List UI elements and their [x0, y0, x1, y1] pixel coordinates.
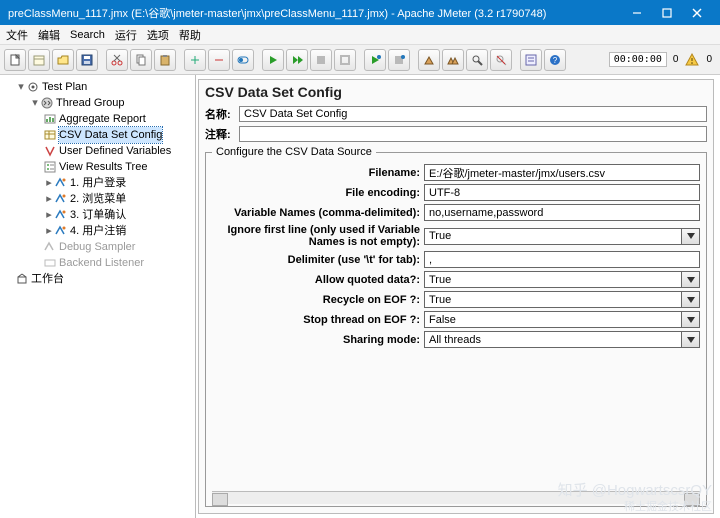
elapsed-timer: 00:00:00 [609, 52, 667, 67]
shutdown-icon[interactable] [334, 49, 356, 71]
stopthread-label: Stop thread on EOF ?: [212, 314, 424, 326]
horizontal-scrollbar[interactable] [212, 491, 700, 504]
toolbar: ? 00:00:00 0 0 [0, 45, 720, 75]
test-plan-tree[interactable]: ▾Test Plan ▾Thread Group Aggregate Repor… [0, 75, 196, 518]
menubar: 文件 编辑 Search 运行 选项 帮助 [0, 25, 720, 45]
clear-all-icon[interactable] [442, 49, 464, 71]
tree-step-order[interactable]: ▸3. 订单确认 [44, 207, 193, 223]
config-panel: CSV Data Set Config 名称: 注释: Configure th… [198, 79, 714, 514]
dropdown-icon[interactable] [682, 271, 700, 288]
varnames-input[interactable] [424, 204, 700, 221]
menu-options[interactable]: 选项 [147, 27, 169, 43]
tree-debug-sampler[interactable]: Debug Sampler [44, 239, 193, 255]
tree-view-results-tree[interactable]: View Results Tree [44, 159, 193, 175]
remote-start-icon[interactable] [364, 49, 386, 71]
active-threads-count: 0 [669, 54, 683, 65]
ignorefirst-label: Ignore first line (only used if Variable… [212, 224, 424, 248]
function-helper-icon[interactable] [520, 49, 542, 71]
fieldset-legend: Configure the CSV Data Source [212, 146, 376, 158]
maximize-button[interactable] [652, 0, 682, 25]
encoding-input[interactable] [424, 184, 700, 201]
recycle-select[interactable] [424, 291, 682, 308]
templates-icon[interactable] [28, 49, 50, 71]
comment-label: 注释: [205, 126, 239, 142]
help-icon[interactable]: ? [544, 49, 566, 71]
filename-input[interactable] [424, 164, 700, 181]
encoding-label: File encoding: [212, 187, 424, 199]
dropdown-icon[interactable] [682, 311, 700, 328]
sharing-select[interactable] [424, 331, 682, 348]
tree-aggregate-report[interactable]: Aggregate Report [44, 111, 193, 127]
toggle-icon[interactable] [232, 49, 254, 71]
delimiter-label: Delimiter (use '\t' for tab): [212, 254, 424, 266]
open-icon[interactable] [52, 49, 74, 71]
tree-step-logout[interactable]: ▸4. 用户注销 [44, 223, 193, 239]
tree-user-defined-variables[interactable]: User Defined Variables [44, 143, 193, 159]
menu-help[interactable]: 帮助 [179, 27, 201, 43]
main-area: ▾Test Plan ▾Thread Group Aggregate Repor… [0, 75, 720, 518]
tree-step-login[interactable]: ▸1. 用户登录 [44, 175, 193, 191]
dropdown-icon[interactable] [682, 331, 700, 348]
close-button[interactable] [682, 0, 712, 25]
dropdown-icon[interactable] [682, 291, 700, 308]
tree-thread-group[interactable]: ▾Thread Group [30, 95, 193, 111]
find-icon[interactable] [466, 49, 488, 71]
start-noTimers-icon[interactable] [286, 49, 308, 71]
minimize-button[interactable] [622, 0, 652, 25]
ignorefirst-select[interactable] [424, 228, 682, 245]
name-label: 名称: [205, 106, 239, 122]
tree-csv-data-set-config[interactable]: CSV Data Set Config [44, 127, 193, 143]
tree-backend-listener[interactable]: Backend Listener [44, 255, 193, 271]
warning-count: 0 [702, 54, 716, 65]
collapse-icon[interactable] [208, 49, 230, 71]
name-input[interactable] [239, 106, 707, 122]
warning-icon[interactable] [684, 52, 700, 68]
filename-label: Filename: [212, 167, 424, 179]
menu-file[interactable]: 文件 [6, 27, 28, 43]
save-icon[interactable] [76, 49, 98, 71]
start-icon[interactable] [262, 49, 284, 71]
menu-search[interactable]: Search [70, 29, 105, 41]
allowquoted-label: Allow quoted data?: [212, 274, 424, 286]
recycle-label: Recycle on EOF ?: [212, 294, 424, 306]
delimiter-input[interactable] [424, 251, 700, 268]
paste-icon[interactable] [154, 49, 176, 71]
panel-title: CSV Data Set Config [205, 84, 707, 100]
allowquoted-select[interactable] [424, 271, 682, 288]
stop-icon[interactable] [310, 49, 332, 71]
dropdown-icon[interactable] [682, 228, 700, 245]
menu-edit[interactable]: 编辑 [38, 27, 60, 43]
clear-search-icon[interactable] [490, 49, 512, 71]
svg-text:?: ? [553, 56, 558, 65]
tree-workbench[interactable]: 工作台 [16, 271, 193, 287]
copy-icon[interactable] [130, 49, 152, 71]
clear-icon[interactable] [418, 49, 440, 71]
new-icon[interactable] [4, 49, 26, 71]
window-title: preClassMenu_1117.jmx (E:\谷歌\jmeter-mast… [8, 5, 622, 21]
titlebar: preClassMenu_1117.jmx (E:\谷歌\jmeter-mast… [0, 0, 720, 25]
stopthread-select[interactable] [424, 311, 682, 328]
menu-run[interactable]: 运行 [115, 27, 137, 43]
tree-test-plan[interactable]: ▾Test Plan [16, 79, 193, 95]
tree-step-browse[interactable]: ▸2. 浏览菜单 [44, 191, 193, 207]
varnames-label: Variable Names (comma-delimited): [212, 207, 424, 219]
comment-input[interactable] [239, 126, 707, 142]
sharing-label: Sharing mode: [212, 334, 424, 346]
cut-icon[interactable] [106, 49, 128, 71]
csv-fieldset: Configure the CSV Data Source Filename: … [205, 146, 707, 507]
expand-icon[interactable] [184, 49, 206, 71]
remote-stop-icon[interactable] [388, 49, 410, 71]
